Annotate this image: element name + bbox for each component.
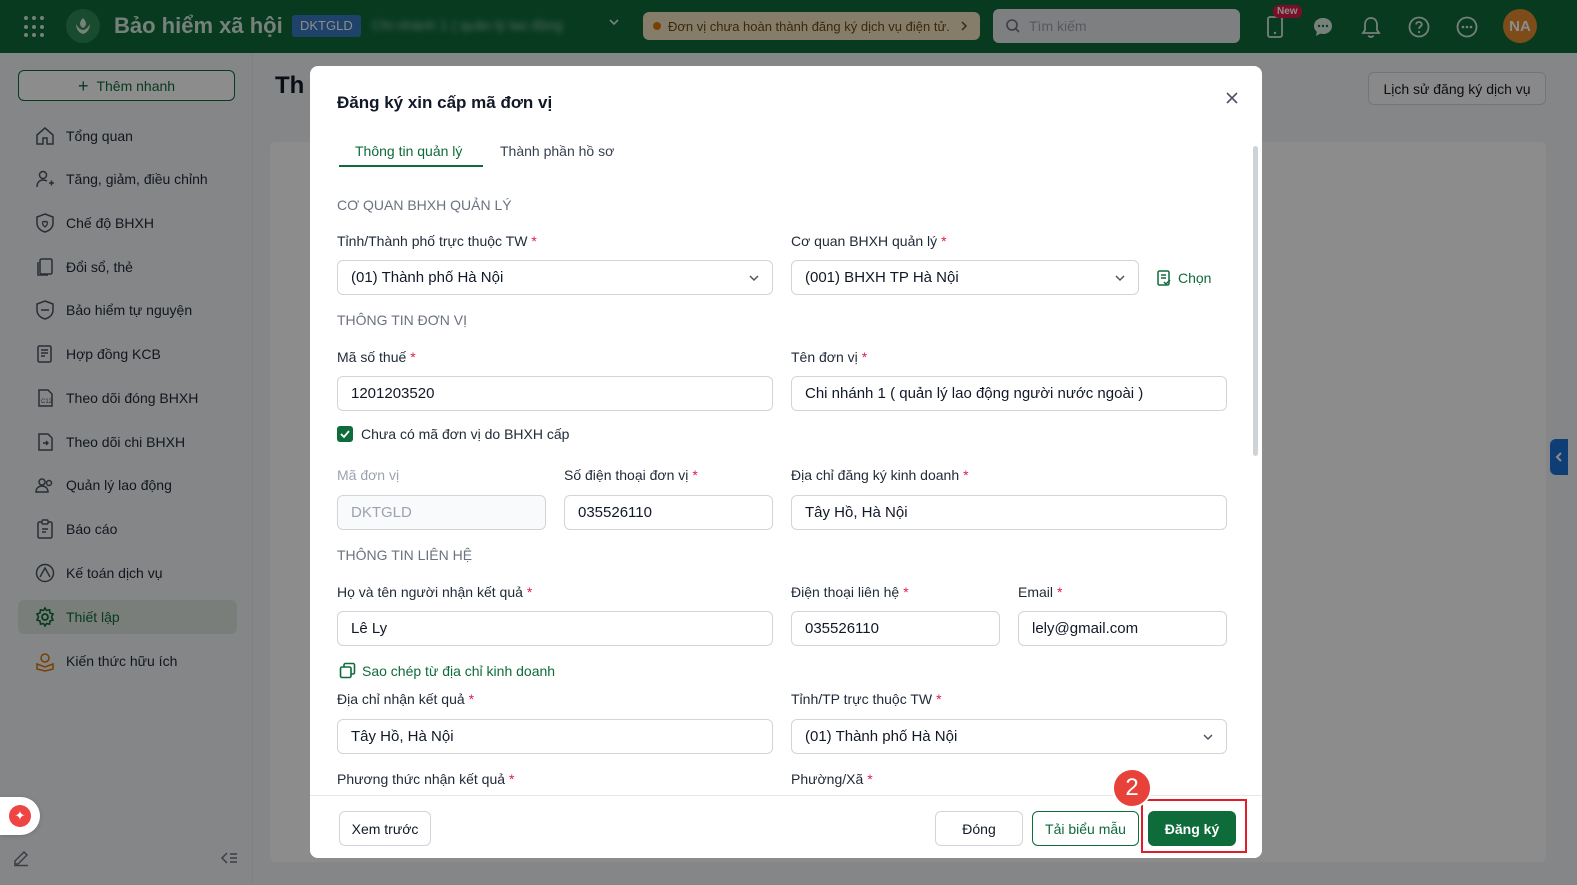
unit-phone-input[interactable]: 035526110 [564,495,773,530]
modal-scrollbar[interactable] [1253,146,1258,456]
unit-name-input[interactable]: Chi nhánh 1 ( quản lý lao động người nướ… [791,376,1227,411]
unit-phone-value: 035526110 [578,504,652,521]
contact-phone-value: 035526110 [805,620,879,637]
copy-link-label: Sao chép từ địa chỉ kinh doanh [362,662,556,679]
close-button[interactable]: Đóng [935,811,1023,846]
province-select[interactable]: (01) Thành phố Hà Nội [337,260,773,295]
contact-phone-label: Điện thoại liên hệ * [791,584,909,600]
chevron-down-icon [1114,271,1126,288]
unit-name-value: Chi nhánh 1 ( quản lý lao động người nướ… [805,385,1144,402]
email-value: lely@gmail.com [1032,620,1139,637]
choose-link-label: Chọn [1178,270,1212,286]
province-value: (01) Thành phố Hà Nội [351,269,504,286]
receive-address-label: Địa chỉ nhận kết quả * [337,691,475,707]
ward-label: Phường/Xã * [791,771,873,787]
copy-business-address-link[interactable]: Sao chép từ địa chỉ kinh doanh [339,662,555,679]
active-tab-indicator [339,165,483,167]
business-address-label: Địa chỉ đăng ký kinh doanh * [791,467,969,483]
business-address-value: Tây Hồ, Hà Nội [805,504,908,521]
preview-button[interactable]: Xem trước [339,811,431,846]
receiver-name-input[interactable]: Lê Ly [337,611,773,646]
tab-documents[interactable]: Thành phần hồ sơ [500,143,614,167]
tax-code-value: 1201203520 [351,385,435,402]
sparkle-icon: ✦ [9,805,31,827]
agency-value: (001) BHXH TP Hà Nội [805,269,959,286]
province-label: Tỉnh/Thành phố trực thuộc TW * [337,233,537,249]
step-marker: 2 [1112,768,1152,808]
section-contact-info: THÔNG TIN LIÊN HỆ [337,547,473,563]
choose-agency-link[interactable]: Chọn [1156,269,1211,287]
copy-icon [339,662,356,679]
tax-code-input[interactable]: 1201203520 [337,376,773,411]
agency-label: Cơ quan BHXH quản lý * [791,233,947,249]
receiver-name-value: Lê Ly [351,620,388,637]
receive-method-label: Phương thức nhận kết quả * [337,771,515,787]
chevron-down-icon [1202,730,1214,747]
tax-code-label: Mã số thuế * [337,349,416,365]
business-address-input[interactable]: Tây Hồ, Hà Nội [791,495,1227,530]
tab-management-info[interactable]: Thông tin quản lý [355,143,462,167]
receive-province-select[interactable]: (01) Thành phố Hà Nội [791,719,1227,754]
section-agency: CƠ QUAN BHXH QUẢN LÝ [337,197,512,213]
close-icon[interactable] [1220,86,1244,110]
ai-assistant-button[interactable]: ✦ [0,797,40,835]
no-code-label: Chưa có mã đơn vị do BHXH cấp [361,426,570,442]
receive-address-input[interactable]: Tây Hồ, Hà Nội [337,719,773,754]
unit-code-value: DKTGLD [351,504,412,521]
chevron-down-icon [748,271,760,288]
register-highlight-box [1141,799,1247,853]
email-label: Email * [1018,584,1063,600]
no-code-checkbox-row[interactable]: Chưa có mã đơn vị do BHXH cấp [337,426,569,442]
contact-phone-input[interactable]: 035526110 [791,611,1000,646]
receive-address-value: Tây Hồ, Hà Nội [351,728,454,745]
modal-title: Đăng ký xin cấp mã đơn vị [337,93,553,112]
unit-code-input: DKTGLD [337,495,546,530]
section-unit-info: THÔNG TIN ĐƠN VỊ [337,312,467,328]
receiver-name-label: Họ và tên người nhận kết quả * [337,584,533,600]
register-unit-code-modal: Đăng ký xin cấp mã đơn vị Thông tin quản… [310,66,1262,858]
unit-code-label: Mã đơn vị [337,467,400,483]
receive-province-label: Tỉnh/TP trực thuộc TW * [791,691,942,707]
download-template-button[interactable]: Tải biểu mẫu [1032,811,1139,846]
email-input[interactable]: lely@gmail.com [1018,611,1227,646]
modal-footer: Xem trước Đóng Tải biểu mẫu Đăng ký [310,795,1262,858]
unit-phone-label: Số điện thoại đơn vị * [564,467,698,483]
agency-select[interactable]: (001) BHXH TP Hà Nội [791,260,1139,295]
unit-name-label: Tên đơn vị * [791,349,868,365]
checklist-icon [1156,269,1172,287]
checkbox-checked-icon[interactable] [337,426,353,442]
receive-province-value: (01) Thành phố Hà Nội [805,728,958,745]
